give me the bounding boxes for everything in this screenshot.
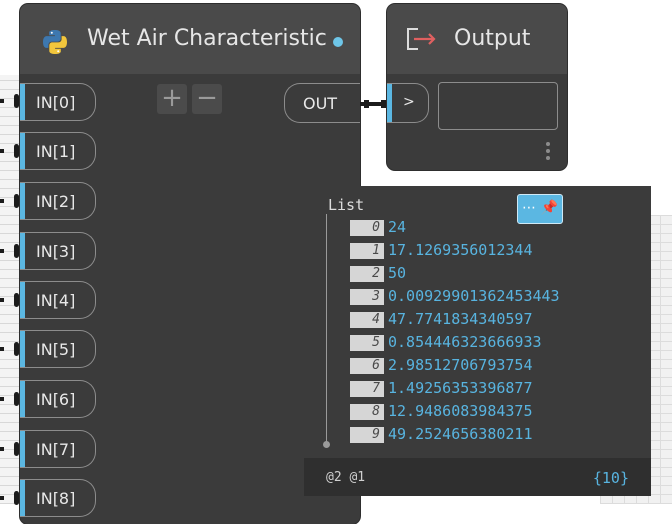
- list-value: 0.00929901362453443: [388, 287, 560, 305]
- python-node-title: Wet Air Characteristic: [87, 26, 327, 51]
- port-indicator: [387, 84, 392, 122]
- output-port[interactable]: OUT: [284, 83, 360, 123]
- list-value: 12.9486083984375: [388, 402, 533, 420]
- input-port-label: IN[5]: [36, 340, 76, 359]
- port-indicator: [20, 183, 25, 219]
- connection-wire[interactable]: [360, 100, 390, 108]
- node-state-indicator: [333, 37, 343, 47]
- input-port-0[interactable]: IN[0]: [20, 83, 96, 121]
- wire-connector: [14, 392, 19, 406]
- port-indicator: [20, 133, 25, 169]
- tree-line: [326, 214, 327, 444]
- list-index: 8: [350, 404, 384, 420]
- wire-connector: [14, 491, 19, 505]
- list-value: 1.49256353396877: [388, 379, 533, 397]
- list-count: {10}: [592, 469, 629, 487]
- preview-list-area: List ⋯ 📌 0 24 1 17.1269356012344 2 50 3 …: [304, 186, 651, 458]
- port-indicator: [20, 233, 25, 269]
- port-indicator: [20, 431, 25, 467]
- tree-end-dot: [323, 441, 330, 448]
- wire-stub: [0, 249, 4, 253]
- wire-stub: [0, 496, 4, 500]
- output-value-box[interactable]: [438, 82, 558, 130]
- wire-connector: [14, 342, 19, 356]
- more-options-icon[interactable]: [546, 142, 550, 163]
- input-port-label: IN[2]: [36, 192, 76, 211]
- list-index: 3: [350, 289, 384, 305]
- input-port-3[interactable]: IN[3]: [20, 232, 96, 270]
- python-node-header[interactable]: Wet Air Characteristic: [20, 4, 360, 74]
- list-value: 49.2524656380211: [388, 425, 533, 443]
- list-index: 4: [350, 312, 384, 328]
- list-index: 1: [350, 243, 384, 259]
- wire-stub: [0, 199, 4, 203]
- list-levels[interactable]: @2 @1: [326, 470, 365, 485]
- python-icon: [43, 30, 67, 54]
- list-index: 2: [350, 266, 384, 282]
- wire-connector: [14, 94, 19, 108]
- list-index: 7: [350, 381, 384, 397]
- port-indicator: [20, 84, 25, 120]
- wire-stub: [0, 149, 4, 153]
- wire-stub: [0, 99, 4, 103]
- wire-connector: [14, 293, 19, 307]
- input-port-label: IN[3]: [36, 242, 76, 261]
- list-index: 5: [350, 335, 384, 351]
- wire-connector: [14, 144, 19, 158]
- canvas-background-left: [0, 75, 20, 504]
- input-port-label: IN[7]: [36, 440, 76, 459]
- input-port-8[interactable]: IN[8]: [20, 479, 96, 517]
- input-port-label: IN[8]: [36, 489, 76, 508]
- list-index: 9: [350, 427, 384, 443]
- wire-stub: [0, 397, 4, 401]
- input-port-label: IN[6]: [36, 390, 76, 409]
- output-icon: [407, 28, 436, 50]
- input-port-label: >: [403, 94, 415, 110]
- input-port-5[interactable]: IN[5]: [20, 330, 96, 368]
- list-index: 6: [350, 358, 384, 374]
- list-value: 50: [388, 264, 407, 282]
- input-port-2[interactable]: IN[2]: [20, 182, 96, 220]
- port-indicator: [20, 331, 25, 367]
- wire-connector: [14, 442, 19, 456]
- input-port-label: IN[1]: [36, 142, 76, 161]
- input-port-4[interactable]: IN[4]: [20, 281, 96, 319]
- list-value: 17.1269356012344: [388, 241, 533, 259]
- list-value: 24: [388, 218, 407, 236]
- input-port-1[interactable]: IN[1]: [20, 132, 96, 170]
- wire-stub: [0, 347, 4, 351]
- output-node-header[interactable]: Output: [387, 4, 567, 74]
- output-node-input-port[interactable]: >: [387, 83, 429, 123]
- list-value: 2.98512706793754: [388, 356, 533, 374]
- input-port-label: IN[4]: [36, 291, 76, 310]
- port-indicator: [20, 480, 25, 516]
- port-indicator: [20, 381, 25, 417]
- pin-preview-button[interactable]: ⋯ 📌: [517, 194, 563, 224]
- wire-stub: [0, 298, 4, 302]
- list-index: 0: [350, 220, 384, 236]
- output-port-label: OUT: [303, 94, 338, 113]
- input-port-7[interactable]: IN[7]: [20, 430, 96, 468]
- list-value: 0.854446323666933: [388, 333, 542, 351]
- port-indicator: [20, 282, 25, 318]
- output-node-title: Output: [454, 26, 531, 51]
- wire-connector: [14, 194, 19, 208]
- input-port-label: IN[0]: [36, 93, 76, 112]
- list-value: 47.7741834340597: [388, 310, 533, 328]
- wire-connector: [14, 244, 19, 258]
- list-label: List: [328, 196, 365, 214]
- wire-stub: [0, 447, 4, 451]
- preview-bubble[interactable]: List ⋯ 📌 0 24 1 17.1269356012344 2 50 3 …: [304, 186, 651, 496]
- remove-input-button[interactable]: −: [192, 84, 222, 114]
- input-port-6[interactable]: IN[6]: [20, 380, 96, 418]
- add-input-button[interactable]: +: [157, 84, 187, 114]
- output-node[interactable]: Output >: [387, 4, 567, 170]
